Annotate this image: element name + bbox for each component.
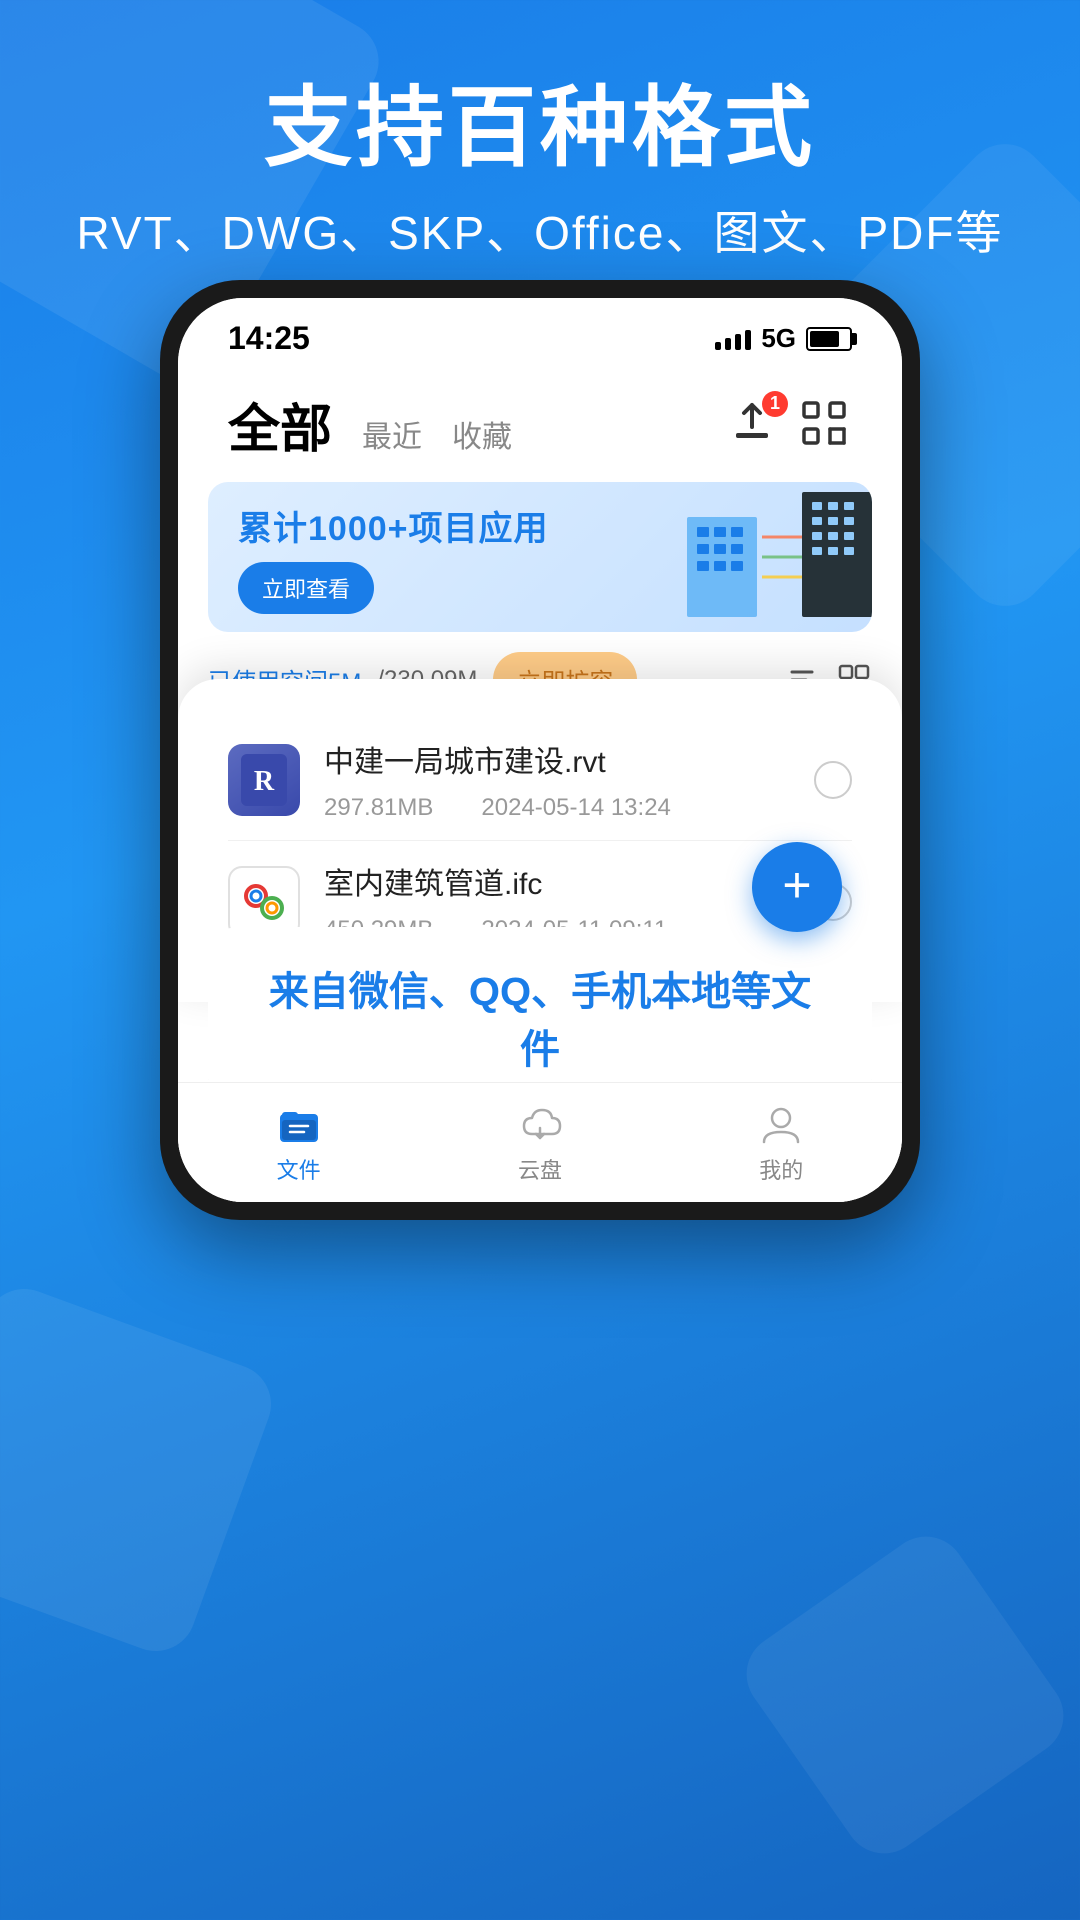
status-5g: 5G: [761, 323, 796, 354]
bg-decoration-4: [731, 1521, 1079, 1869]
tab-group: 全部 最近 收藏: [228, 387, 512, 462]
fab-icon: +: [782, 860, 811, 910]
battery-icon: [806, 327, 852, 351]
nav-icon-files: [273, 1101, 325, 1147]
nav-label-cloud: 云盘: [518, 1153, 562, 1185]
tab-bar: 全部 最近 收藏 1: [178, 367, 902, 472]
file-select-rvt[interactable]: [814, 761, 852, 799]
building-svg: [682, 487, 872, 617]
tab-all[interactable]: 全部: [228, 387, 332, 462]
files-icon: [278, 1104, 320, 1144]
nav-label-files: 文件: [277, 1153, 321, 1185]
bottom-nav: 文件 云盘: [178, 1082, 902, 1202]
file-name-rvt: 中建一局城市建设.rvt: [324, 737, 814, 781]
scan-button[interactable]: [800, 399, 852, 451]
signal-bars: [715, 328, 751, 350]
upload-badge: 1: [762, 391, 788, 417]
banner-left: 累计1000+项目应用 立即查看: [238, 501, 549, 614]
phone-mockup: 14:25 5G: [160, 280, 920, 1220]
scan-icon: [800, 399, 848, 447]
building-illustration: [682, 487, 862, 607]
file-item-rvt[interactable]: R 中建一局城市建设.rvt 297.81MB 2024-05-14 13:24: [228, 719, 852, 841]
nav-icon-profile: [755, 1101, 807, 1147]
banner-button[interactable]: 立即查看: [238, 562, 374, 614]
banner-title: 累计1000+项目应用: [238, 501, 549, 550]
nav-item-files[interactable]: 文件: [273, 1101, 325, 1185]
main-title: 支持百种格式: [0, 80, 1080, 177]
signal-bar-3: [735, 334, 741, 350]
file-meta-rvt: 297.81MB 2024-05-14 13:24: [324, 787, 814, 822]
fab-button[interactable]: +: [752, 842, 842, 932]
tab-favorites[interactable]: 收藏: [452, 412, 512, 456]
file-icon-rvt: R: [228, 744, 300, 816]
nav-label-profile: 我的: [759, 1153, 803, 1185]
battery-fill: [810, 331, 839, 347]
file-info-rvt: 中建一局城市建设.rvt 297.81MB 2024-05-14 13:24: [324, 737, 814, 822]
status-right: 5G: [715, 323, 852, 354]
status-time: 14:25: [228, 320, 310, 357]
file-name-ifc: 室内建筑管道.ifc: [324, 859, 814, 903]
profile-icon: [760, 1104, 802, 1144]
tab-recent[interactable]: 最近: [362, 412, 422, 456]
sub-title: RVT、DWG、SKP、Office、图文、PDF等: [0, 197, 1080, 263]
caption-text: 来自微信、QQ、手机本地等文件: [258, 959, 822, 1075]
bottom-caption: 来自微信、QQ、手机本地等文件: [208, 927, 872, 1107]
tab-actions: 1: [728, 399, 852, 451]
banner[interactable]: 累计1000+项目应用 立即查看: [208, 482, 872, 632]
signal-bar-1: [715, 342, 721, 350]
status-bar: 14:25 5G: [178, 298, 902, 367]
upload-button[interactable]: 1: [728, 399, 780, 451]
cloud-icon: [516, 1104, 564, 1144]
signal-bar-2: [725, 338, 731, 350]
svg-text:R: R: [254, 766, 275, 797]
header-section: 支持百种格式 RVT、DWG、SKP、Office、图文、PDF等: [0, 0, 1080, 263]
nav-item-profile[interactable]: 我的: [755, 1101, 807, 1185]
nav-icon-cloud: [514, 1101, 566, 1147]
rvt-svg: R: [239, 752, 289, 808]
ifc-svg: [236, 874, 292, 930]
phone-inner: 14:25 5G: [178, 298, 902, 1202]
phone-outer: 14:25 5G: [160, 280, 920, 1220]
nav-item-cloud[interactable]: 云盘: [514, 1101, 566, 1185]
signal-bar-4: [745, 330, 751, 350]
bg-decoration-3: [0, 1278, 282, 1663]
